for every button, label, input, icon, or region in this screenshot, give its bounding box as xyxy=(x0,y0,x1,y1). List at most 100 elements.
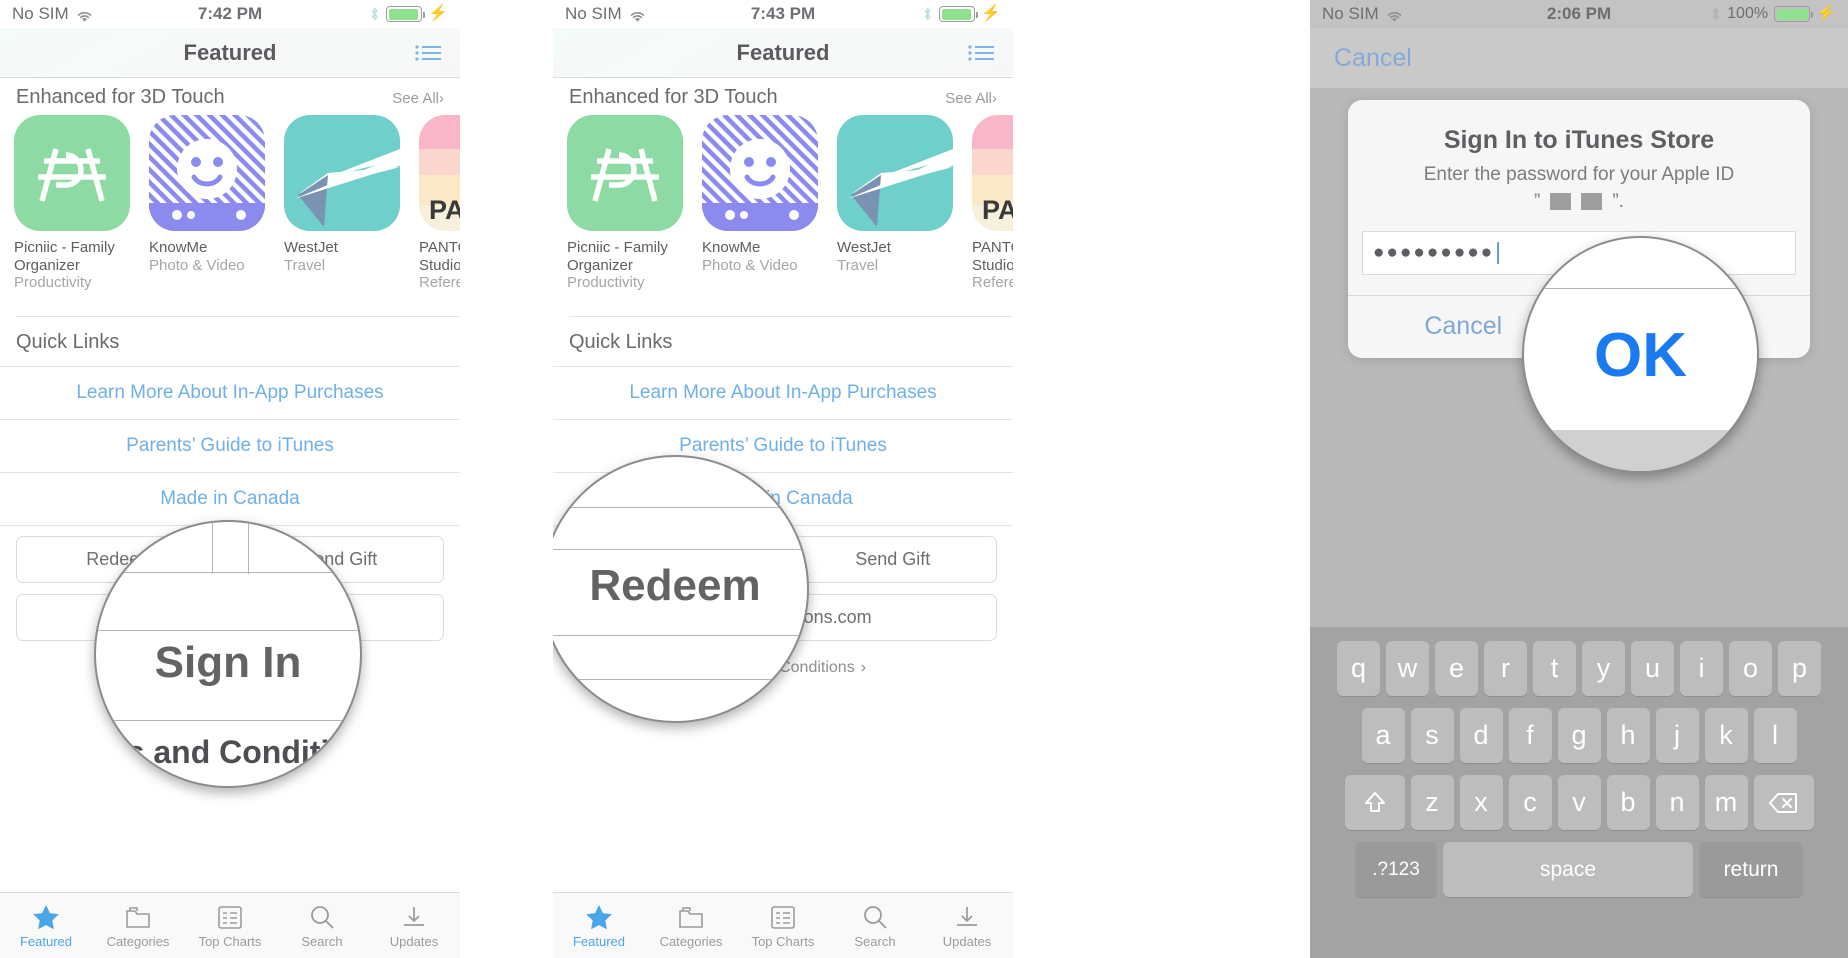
quick-link-item[interactable]: Made in Canada xyxy=(0,472,460,525)
section-heading: Enhanced for 3D Touch xyxy=(16,86,225,108)
keyboard-row-3: z x c v b n m xyxy=(1310,775,1848,830)
tab-label: Categories xyxy=(659,934,723,949)
app-cell[interactable]: PA PANTONE Studio Reference xyxy=(972,115,1013,292)
key-g[interactable]: g xyxy=(1557,708,1601,763)
status-left: No SIM xyxy=(1322,4,1403,24)
key-a[interactable]: a xyxy=(1361,708,1405,763)
quick-link-item[interactable]: Parents’ Guide to iTunes xyxy=(0,419,460,472)
list-icon[interactable] xyxy=(414,43,442,63)
tab-updates[interactable]: Updates xyxy=(368,902,460,949)
key-c[interactable]: c xyxy=(1508,775,1552,830)
app-cell[interactable]: KnowMe Photo & Video xyxy=(149,115,265,292)
knowme-app-icon xyxy=(149,115,265,231)
magnifier-sign-in: Sign In ns and Conditio xyxy=(94,520,362,788)
status-right: ⚡ xyxy=(922,6,1001,22)
cancel-button[interactable]: Cancel xyxy=(1334,44,1412,73)
shift-icon[interactable] xyxy=(1344,775,1405,830)
password-value: ●●●●●●●●● xyxy=(1373,241,1495,263)
app-category: Photo & Video xyxy=(702,256,798,274)
key-f[interactable]: f xyxy=(1508,708,1552,763)
battery-percent: 100% xyxy=(1727,5,1769,22)
key-s[interactable]: s xyxy=(1410,708,1454,763)
quick-links-title: Quick Links xyxy=(569,331,673,354)
magnifier-label: OK xyxy=(1594,321,1687,390)
key-k[interactable]: k xyxy=(1704,708,1748,763)
key-p[interactable]: p xyxy=(1778,641,1821,696)
tab-top-charts[interactable]: Top Charts xyxy=(737,902,829,949)
key-x[interactable]: x xyxy=(1459,775,1503,830)
app-category: Productivity xyxy=(567,274,645,292)
space-key[interactable]: space xyxy=(1443,842,1693,897)
see-all-link[interactable]: See All› xyxy=(945,90,997,107)
key-h[interactable]: h xyxy=(1606,708,1650,763)
screenshot-stage: No SIM 7:42 PM ⚡ Featured Enhanced for 3… xyxy=(0,0,1848,958)
tab-label: Updates xyxy=(942,934,992,949)
battery-icon xyxy=(1774,6,1814,22)
key-m[interactable]: m xyxy=(1704,775,1748,830)
tab-label: Categories xyxy=(106,934,170,949)
key-o[interactable]: o xyxy=(1729,641,1772,696)
tab-search[interactable]: Search xyxy=(829,902,921,949)
key-n[interactable]: n xyxy=(1655,775,1699,830)
numbers-key[interactable]: .?123 xyxy=(1355,842,1437,897)
key-b[interactable]: b xyxy=(1606,775,1650,830)
key-r[interactable]: r xyxy=(1484,641,1527,696)
battery-icon xyxy=(939,6,979,22)
key-t[interactable]: t xyxy=(1533,641,1576,696)
key-u[interactable]: u xyxy=(1631,641,1674,696)
key-i[interactable]: i xyxy=(1680,641,1723,696)
app-name: Picniic - Family Organizer xyxy=(567,239,668,274)
magnifier-ok: OK xyxy=(1522,236,1759,473)
svg-text:PA: PA xyxy=(429,195,460,225)
tab-featured[interactable]: Featured xyxy=(0,902,92,949)
tab-categories[interactable]: Categories xyxy=(645,902,737,949)
tab-top-charts[interactable]: Top Charts xyxy=(184,902,276,949)
app-name: WestJet xyxy=(284,239,338,256)
app-cell[interactable]: PA PANTONE Studio Reference xyxy=(419,115,460,292)
quick-link-item[interactable]: Learn More About In-App Purchases xyxy=(0,366,460,419)
key-y[interactable]: y xyxy=(1582,641,1625,696)
key-z[interactable]: z xyxy=(1410,775,1454,830)
tab-categories[interactable]: Categories xyxy=(92,902,184,949)
tab-updates[interactable]: Updates xyxy=(921,902,1013,949)
key-j[interactable]: j xyxy=(1655,708,1699,763)
status-right: 100% ⚡ xyxy=(1710,5,1836,23)
key-w[interactable]: w xyxy=(1386,641,1429,696)
tab-label: Top Charts xyxy=(751,934,815,949)
key-e[interactable]: e xyxy=(1435,641,1478,696)
quick-link-item[interactable]: Learn More About In-App Purchases xyxy=(553,366,1013,419)
featured-app-row: Picniic - Family Organizer Productivity xyxy=(0,115,460,292)
chevron-right-icon: › xyxy=(860,659,867,677)
top-charts-icon xyxy=(770,902,796,930)
app-cell[interactable]: KnowMe Photo & Video xyxy=(702,115,818,292)
app-category: Reference xyxy=(419,274,460,292)
bluetooth-icon xyxy=(1710,6,1721,22)
backspace-icon[interactable] xyxy=(1753,775,1814,830)
key-l[interactable]: l xyxy=(1753,708,1797,763)
app-category: Photo & Video xyxy=(149,256,245,274)
status-bar: No SIM 7:42 PM ⚡ xyxy=(0,0,460,28)
see-all-link[interactable]: See All› xyxy=(392,90,444,107)
bolt-icon: ⚡ xyxy=(981,5,1001,22)
app-cell[interactable]: Picniic - Family Organizer Productivity xyxy=(14,115,130,292)
keyboard-row-4: .?123 space return xyxy=(1310,842,1848,897)
app-cell[interactable]: Picniic - Family Organizer Productivity xyxy=(567,115,683,292)
app-cell[interactable]: WestJet Travel xyxy=(837,115,953,292)
return-key[interactable]: return xyxy=(1699,842,1803,897)
tab-search[interactable]: Search xyxy=(276,902,368,949)
wifi-icon xyxy=(629,8,646,22)
send-gift-button[interactable]: Send Gift xyxy=(788,536,997,584)
tab-featured[interactable]: Featured xyxy=(553,902,645,949)
app-cell[interactable]: WestJet Travel xyxy=(284,115,400,292)
bolt-icon: ⚡ xyxy=(1816,5,1836,22)
wifi-icon xyxy=(76,8,93,22)
app-name: Picniic - Family Organizer xyxy=(14,239,115,274)
panel-itunes-password-prompt: No SIM 2:06 PM 100% ⚡ Cancel Sign In to … xyxy=(1310,0,1848,958)
list-icon[interactable] xyxy=(967,43,995,63)
section-heading: Enhanced for 3D Touch xyxy=(569,86,778,108)
key-v[interactable]: v xyxy=(1557,775,1601,830)
pantone-app-icon: PA xyxy=(972,115,1013,231)
quick-link-item[interactable]: Parents’ Guide to iTunes xyxy=(553,419,1013,472)
key-d[interactable]: d xyxy=(1459,708,1503,763)
key-q[interactable]: q xyxy=(1337,641,1380,696)
